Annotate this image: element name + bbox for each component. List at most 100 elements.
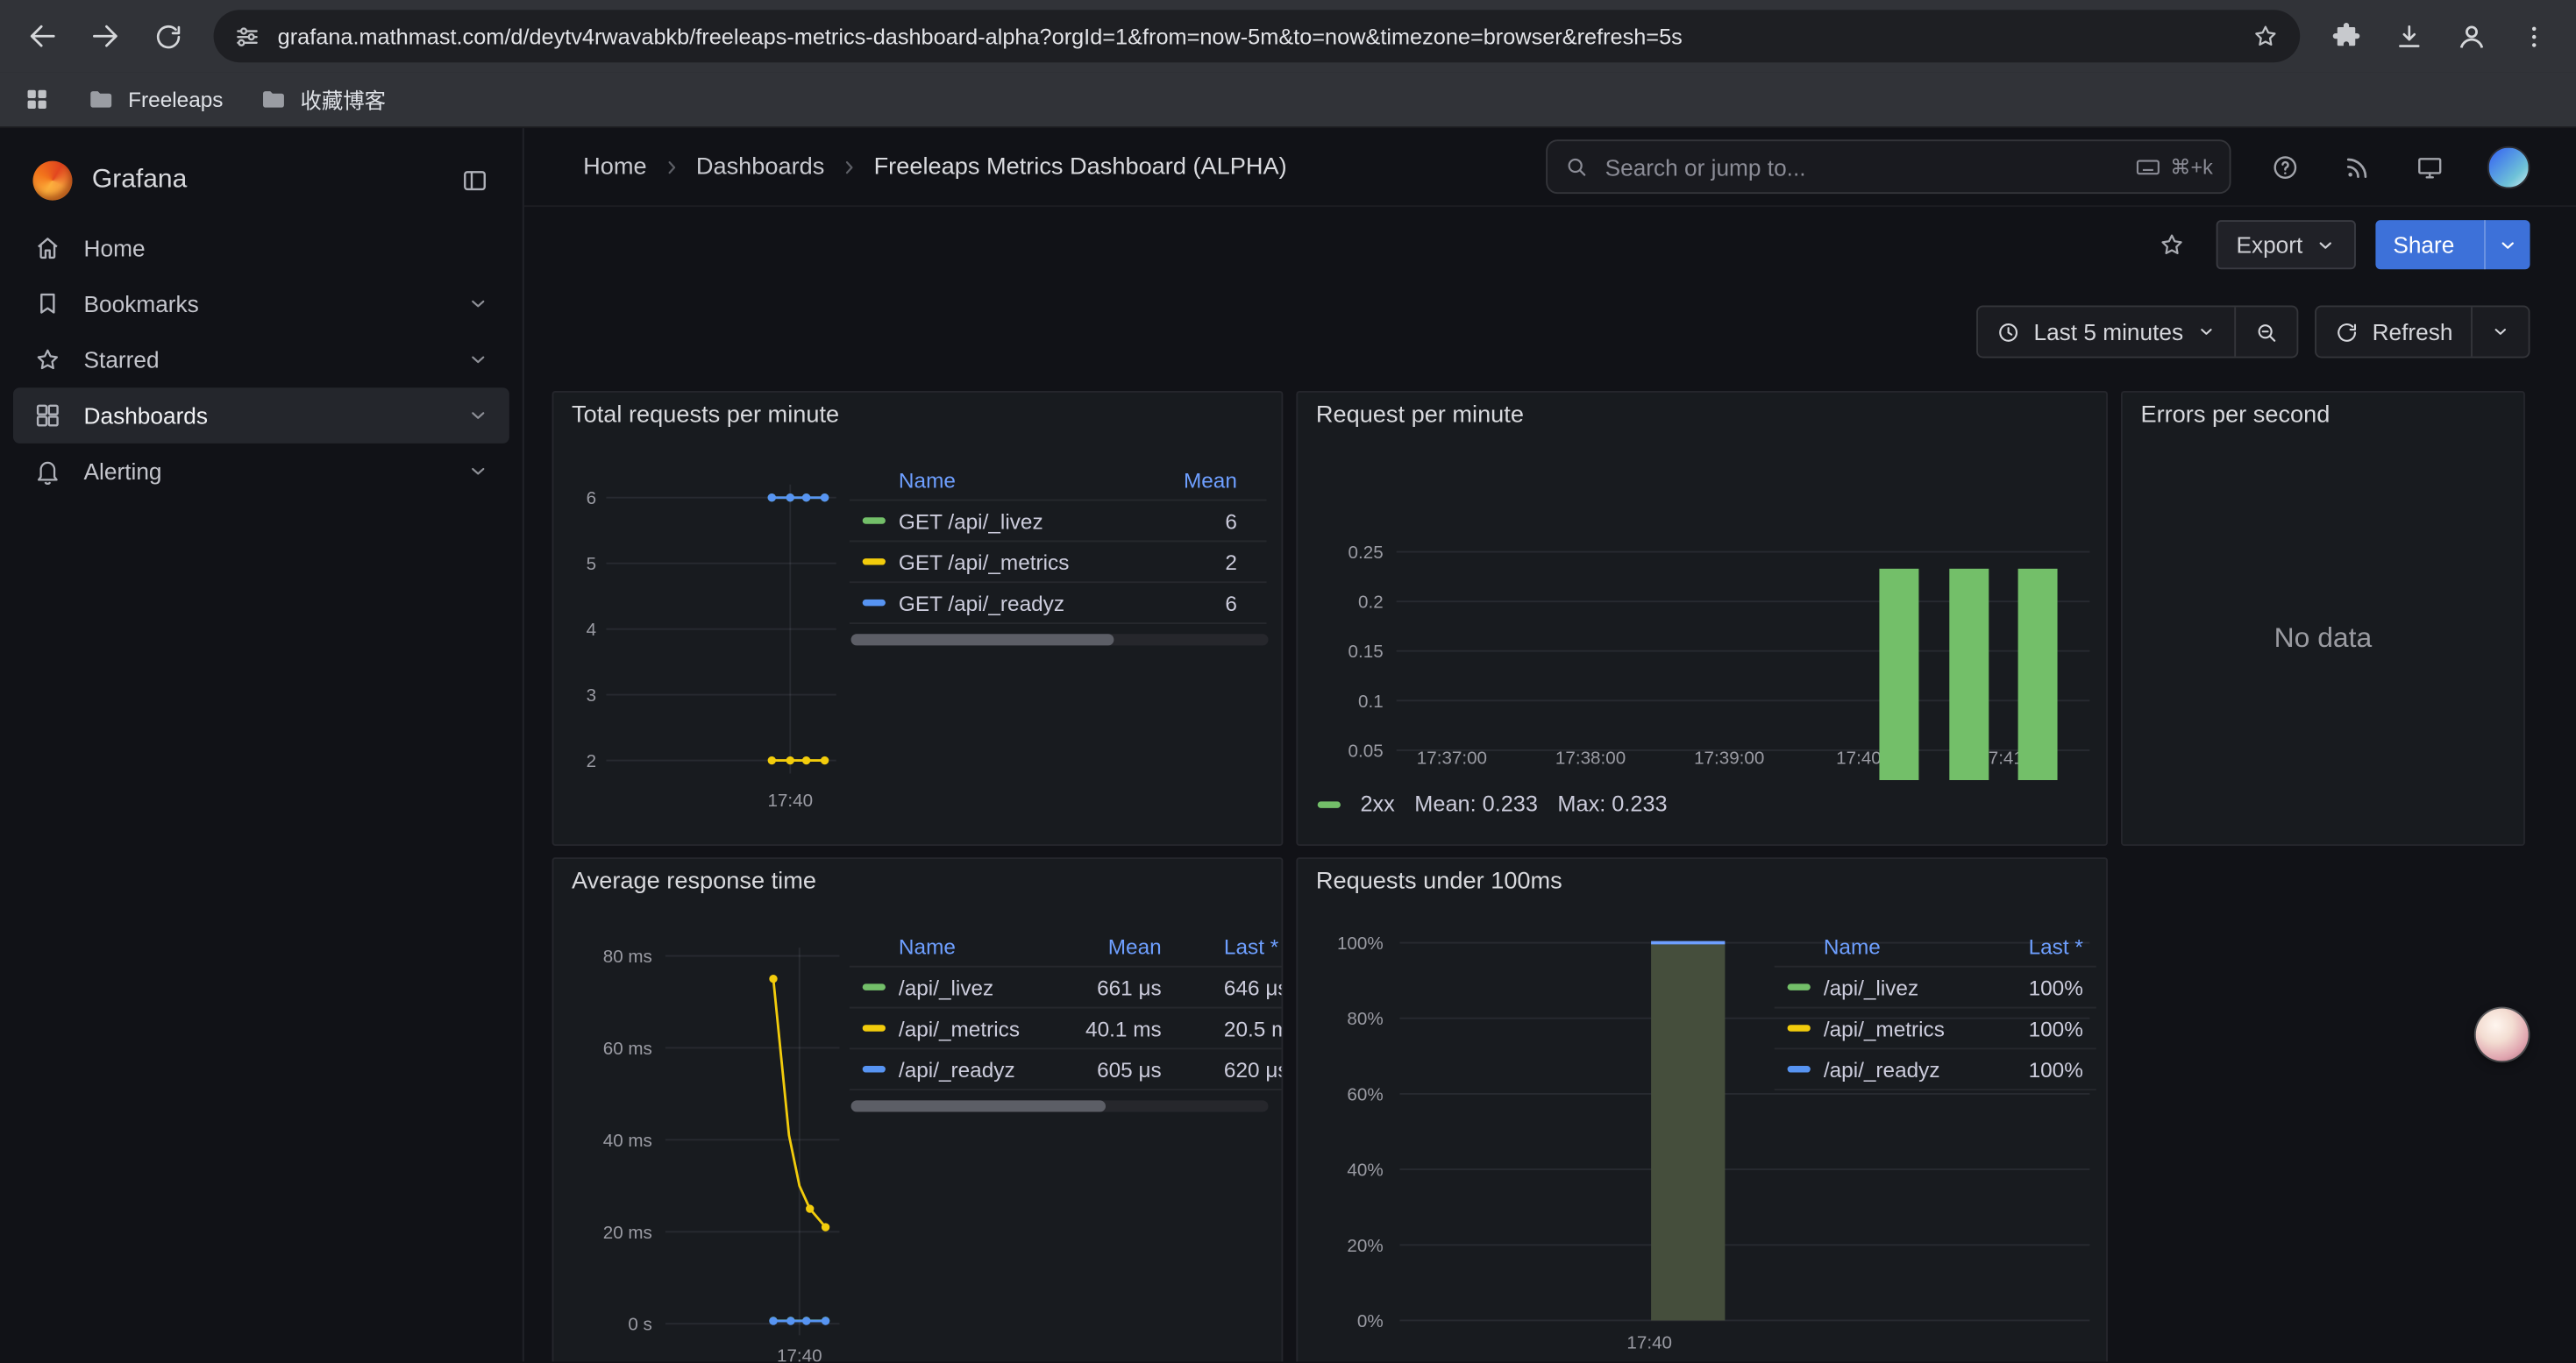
panel-title[interactable]: Average response time xyxy=(572,869,816,895)
favorite-star-icon[interactable] xyxy=(2147,220,2196,269)
grafana-logo[interactable] xyxy=(32,161,72,201)
series-color-dash xyxy=(1318,800,1341,806)
url-text[interactable]: grafana.mathmast.com/d/deytv4rwavabkb/fr… xyxy=(278,24,2235,48)
brand-name: Grafana xyxy=(92,166,187,195)
search-box[interactable]: ⌘+k xyxy=(1546,139,2231,194)
share-label: Share xyxy=(2393,231,2454,258)
refresh-button[interactable]: Refresh xyxy=(2316,307,2471,356)
clock-icon xyxy=(1996,319,2020,344)
share-menu-button[interactable] xyxy=(2484,220,2530,269)
extensions-icon[interactable] xyxy=(2316,6,2375,65)
legend-row[interactable]: GET /api/_metrics2 xyxy=(850,542,1267,583)
time-range-group: Last 5 minutes xyxy=(1976,306,2298,358)
bookmark-icon xyxy=(32,289,62,319)
panel-request-per-minute[interactable]: Request per minute 0.250.20.150.10.05017… xyxy=(1296,391,2108,846)
export-button[interactable]: Export xyxy=(2217,220,2355,269)
forward-icon[interactable] xyxy=(75,6,134,65)
legend-header[interactable]: NameMean xyxy=(850,462,1267,501)
legend-row[interactable]: /api/_metrics100% xyxy=(1775,1008,2096,1049)
svg-text:5: 5 xyxy=(587,554,596,574)
svg-text:2: 2 xyxy=(587,751,596,771)
panel-requests-under-100ms[interactable]: Requests under 100ms 100%80%60%40%20%0%1… xyxy=(1296,857,2108,1361)
series-color-dash xyxy=(1788,1025,1811,1031)
chevron-down-icon[interactable] xyxy=(466,348,489,371)
site-settings-icon[interactable] xyxy=(233,22,261,50)
bookmark-star-icon[interactable] xyxy=(2251,21,2281,51)
profile-icon[interactable] xyxy=(2441,6,2500,65)
chevron-down-icon[interactable] xyxy=(466,460,489,483)
sidebar-item-home[interactable]: Home xyxy=(13,220,509,276)
breadcrumb-home[interactable]: Home xyxy=(583,153,646,180)
svg-text:0.25: 0.25 xyxy=(1348,543,1384,563)
legend-row[interactable]: /api/_livez661 μs646 μs xyxy=(850,968,1284,1009)
series-color-dash xyxy=(863,600,886,606)
bookmark-folder-freeleaps[interactable]: Freeleaps xyxy=(87,85,223,113)
sidebar-item-dashboards[interactable]: Dashboards xyxy=(13,387,509,444)
sidebar-item-label: Bookmarks xyxy=(84,291,199,317)
zoom-out-button[interactable] xyxy=(2234,307,2296,356)
user-avatar[interactable] xyxy=(2487,146,2530,188)
panel-legend-table: NameMeanLast */api/_livez661 μs646 μs/ap… xyxy=(850,928,1284,1090)
legend-row[interactable]: /api/_readyz605 μs620 μs xyxy=(850,1049,1284,1090)
no-data-message: No data xyxy=(2123,622,2523,655)
chevron-down-icon[interactable] xyxy=(466,293,489,316)
svg-text:0%: 0% xyxy=(1357,1311,1384,1331)
series-color-dash xyxy=(863,517,886,523)
sidebar-item-starred[interactable]: Starred xyxy=(13,331,509,387)
svg-text:0.15: 0.15 xyxy=(1348,642,1384,662)
series-name[interactable]: 2xx xyxy=(1360,792,1394,816)
browser-menu-icon[interactable] xyxy=(2504,6,2563,65)
legend-row[interactable]: GET /api/_readyz6 xyxy=(850,583,1267,624)
reload-icon[interactable] xyxy=(138,6,196,65)
panel-total-requests[interactable]: Total requests per minute 6543217:40 Nam… xyxy=(552,391,1284,846)
panel-title[interactable]: Total requests per minute xyxy=(572,402,839,429)
breadcrumb-dashboards[interactable]: Dashboards xyxy=(696,153,825,180)
request-per-minute-chart[interactable]: 0.250.20.150.10.05017:37:0017:38:0017:39… xyxy=(1305,458,2103,780)
help-icon[interactable] xyxy=(2270,152,2300,181)
grafana-sidebar: Grafana Home Bookmarks xyxy=(0,128,524,1361)
average-response-time-chart[interactable]: 80 ms60 ms40 ms20 ms0 s17:40 xyxy=(557,925,850,1361)
svg-text:20 ms: 20 ms xyxy=(603,1223,652,1243)
sidebar-item-bookmarks[interactable]: Bookmarks xyxy=(13,276,509,332)
svg-text:80%: 80% xyxy=(1347,1009,1383,1029)
svg-text:40%: 40% xyxy=(1347,1161,1383,1181)
svg-text:40 ms: 40 ms xyxy=(603,1131,652,1151)
chevron-down-icon[interactable] xyxy=(466,404,489,427)
panel-title[interactable]: Errors per second xyxy=(2140,402,2330,429)
legend-scrollbar[interactable] xyxy=(851,1100,1269,1111)
legend-row[interactable]: /api/_metrics40.1 ms20.5 ms xyxy=(850,1008,1284,1049)
panel-legend-table: NameMeanGET /api/_livez6GET /api/_metric… xyxy=(850,462,1267,624)
floating-assistant-avatar[interactable] xyxy=(2476,1008,2529,1061)
svg-text:80 ms: 80 ms xyxy=(603,947,652,967)
legend-scrollbar[interactable] xyxy=(851,634,1269,645)
total-requests-chart[interactable]: 6543217:40 xyxy=(564,462,846,832)
svg-text:6: 6 xyxy=(587,488,596,508)
bookmark-folder-blogs[interactable]: 收藏博客 xyxy=(260,84,386,116)
refresh-interval-button[interactable] xyxy=(2471,307,2529,356)
panel-errors-per-second[interactable]: Errors per second No data xyxy=(2121,391,2525,846)
panel-average-response-time[interactable]: Average response time 80 ms60 ms40 ms20 … xyxy=(552,857,1284,1361)
legend-header[interactable]: NameMeanLast * xyxy=(850,928,1284,968)
legend-row[interactable]: /api/_readyz100% xyxy=(1775,1049,2096,1090)
panel-legend[interactable]: 2xx Mean: 0.233 Max: 0.233 xyxy=(1318,792,1668,816)
legend-row[interactable]: GET /api/_livez6 xyxy=(850,500,1267,542)
dock-sidebar-icon[interactable] xyxy=(460,166,490,195)
download-icon[interactable] xyxy=(2379,6,2437,65)
time-range-picker[interactable]: Last 5 minutes xyxy=(1978,307,2234,356)
share-button[interactable]: Share xyxy=(2375,220,2473,269)
back-icon[interactable] xyxy=(13,6,72,65)
panel-title[interactable]: Requests under 100ms xyxy=(1316,869,1562,895)
legend-row[interactable]: /api/_livez100% xyxy=(1775,968,2096,1009)
search-input[interactable] xyxy=(1602,152,2121,181)
address-bar[interactable]: grafana.mathmast.com/d/deytv4rwavabkb/fr… xyxy=(214,10,2301,62)
time-controls: Last 5 minutes Refresh xyxy=(524,282,2576,378)
legend-header[interactable]: NameLast * xyxy=(1775,928,2096,968)
grafana-header: Home Dashboards Freeleaps Metrics Dashbo… xyxy=(524,128,2576,207)
apps-grid-icon[interactable] xyxy=(23,85,51,113)
monitor-icon[interactable] xyxy=(2415,152,2444,181)
rss-icon[interactable] xyxy=(2343,152,2373,181)
sidebar-item-label: Dashboards xyxy=(84,402,208,429)
panel-title[interactable]: Request per minute xyxy=(1316,402,1524,429)
dashboard-grid: Total requests per minute 6543217:40 Nam… xyxy=(524,378,2576,1361)
sidebar-item-alerting[interactable]: Alerting xyxy=(13,444,509,500)
